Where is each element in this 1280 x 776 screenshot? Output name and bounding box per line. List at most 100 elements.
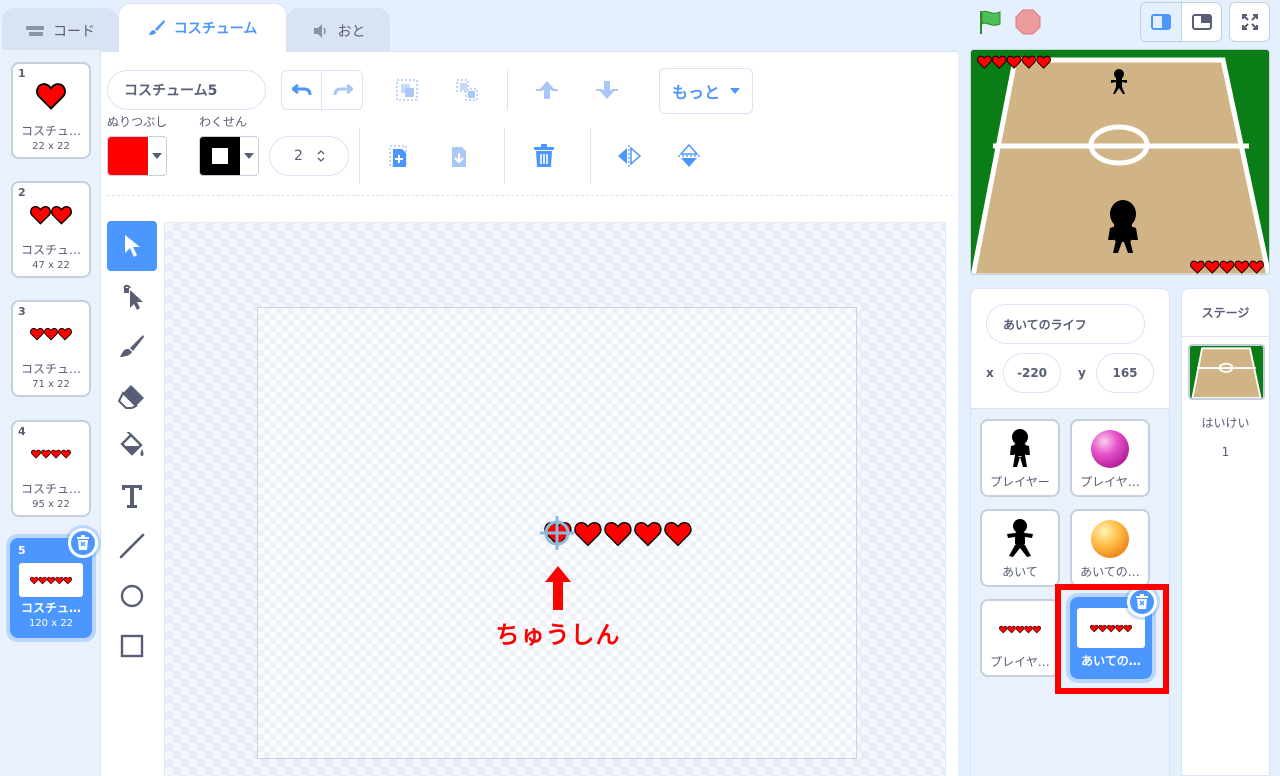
fullscreen-button[interactable] xyxy=(1229,2,1270,42)
costume-drawing[interactable] xyxy=(540,513,700,553)
ungroup-button[interactable] xyxy=(451,74,483,106)
backdrop-label: はいけい xyxy=(1201,416,1250,430)
annotation-center-label: ちゅうしん xyxy=(495,621,621,649)
small-stage-button[interactable] xyxy=(1141,3,1182,41)
tab-code-label: コード xyxy=(53,23,95,40)
brush-icon xyxy=(120,335,144,357)
caret-down-icon xyxy=(244,153,254,159)
heart-shape-4 xyxy=(634,522,662,547)
paste-button[interactable] xyxy=(443,140,475,172)
tab-costumes[interactable]: コスチューム xyxy=(118,3,287,52)
circle-tool[interactable] xyxy=(107,571,157,621)
select-tool[interactable] xyxy=(107,221,157,271)
flip-horizontal-icon xyxy=(618,145,642,167)
y-value: 165 xyxy=(1112,366,1138,380)
opponent-figure-icon xyxy=(1007,519,1033,557)
toolbar-separator xyxy=(507,70,508,110)
costume-list: 1 コスチュ… 22 x 22 2 コスチュ… 47 x 22 3 コスチュ… … xyxy=(0,50,101,776)
line-icon xyxy=(119,533,145,559)
brush-tool[interactable] xyxy=(107,321,157,371)
costume-name-field[interactable]: コスチューム5 xyxy=(107,70,266,110)
more-label: もっと xyxy=(671,83,720,102)
outline-label: わくせん xyxy=(199,115,248,129)
costume-name: コスチュ… xyxy=(20,362,81,376)
stop-button[interactable] xyxy=(1014,8,1042,36)
outline-color-picker[interactable] xyxy=(199,136,259,176)
undo-button[interactable] xyxy=(282,71,322,109)
eraser-tool[interactable] xyxy=(107,371,157,421)
stage-preview[interactable] xyxy=(970,49,1270,275)
fill-color-picker[interactable] xyxy=(107,136,167,176)
flip-vertical-button[interactable] xyxy=(673,140,705,172)
group-icon xyxy=(396,79,418,101)
outline-width-input[interactable]: 2 xyxy=(269,136,349,176)
hearts-icon xyxy=(30,328,72,341)
circle-icon xyxy=(120,584,144,608)
rotation-center-crosshair-icon xyxy=(540,516,574,550)
flip-horizontal-button[interactable] xyxy=(613,140,645,172)
y-label: y xyxy=(1078,366,1086,380)
sprite-list: プレイヤー プレイヤ… あいて あいての… プレイヤ… あいての… xyxy=(971,409,1169,776)
sprite-name: あいて xyxy=(1002,565,1038,579)
green-flag-icon xyxy=(980,10,1001,34)
forward-button[interactable] xyxy=(531,74,563,106)
fill-tool[interactable] xyxy=(107,421,157,471)
costume-size: 22 x 22 xyxy=(32,141,70,152)
undo-redo-group xyxy=(281,70,363,110)
copy-icon xyxy=(389,145,407,167)
sprite-info: あいてのライフ x -220 y 165 xyxy=(971,289,1169,409)
tab-code[interactable]: コード xyxy=(2,8,118,52)
sprite-tile[interactable]: プレイヤー xyxy=(980,419,1060,497)
hearts-icon xyxy=(1190,260,1264,274)
group-button[interactable] xyxy=(391,74,423,106)
costume-size: 95 x 22 xyxy=(32,499,70,510)
backdrop-count: 1 xyxy=(1221,445,1230,459)
fill-swatch xyxy=(108,137,148,175)
outline-width-value: 2 xyxy=(294,148,303,164)
costume-thumbnail xyxy=(19,72,83,120)
paint-bucket-icon xyxy=(120,432,144,456)
stage-pane-divider xyxy=(1182,336,1269,337)
tab-costumes-label: コスチューム xyxy=(173,21,258,37)
costume-name: コスチュ… xyxy=(20,124,81,138)
costume-number: 5 xyxy=(18,544,26,557)
line-tool[interactable] xyxy=(107,521,157,571)
redo-button[interactable] xyxy=(322,71,362,109)
costume-name: コスチュ… xyxy=(20,482,81,496)
stage-target-pane[interactable]: ステージ はいけい 1 xyxy=(1181,288,1270,776)
backward-button[interactable] xyxy=(591,74,623,106)
hearts-icon xyxy=(977,55,1051,69)
more-dropdown[interactable]: もっと xyxy=(659,68,753,114)
sprite-name-field[interactable]: あいてのライフ xyxy=(986,304,1145,344)
text-tool[interactable] xyxy=(107,471,157,521)
fullscreen-icon xyxy=(1241,14,1258,30)
costume-size: 71 x 22 xyxy=(32,379,70,390)
paint-canvas[interactable]: ちゅうしん xyxy=(257,307,857,759)
delete-costume-button[interactable] xyxy=(68,528,98,558)
reshape-tool[interactable] xyxy=(107,271,157,321)
sprite-name: プレイヤ… xyxy=(1080,475,1140,489)
costume-item-3[interactable]: 3 コスチュ… 71 x 22 xyxy=(11,300,91,397)
speaker-icon xyxy=(313,23,326,38)
rectangle-tool[interactable] xyxy=(107,621,157,671)
x-input[interactable]: -220 xyxy=(1003,353,1061,393)
costume-item-1[interactable]: 1 コスチュ… 22 x 22 xyxy=(11,62,91,159)
sprite-tile[interactable]: あいての… xyxy=(1070,509,1150,587)
sprite-tile[interactable]: プレイヤ… xyxy=(980,599,1060,677)
sprite-name: プレイヤ… xyxy=(990,655,1050,669)
paint-canvas-area[interactable]: ちゅうしん xyxy=(164,222,946,776)
delete-button[interactable] xyxy=(528,140,560,172)
tab-sounds[interactable]: おと xyxy=(287,8,390,52)
sprite-tile[interactable]: あいて xyxy=(980,509,1060,587)
copy-button[interactable] xyxy=(383,140,415,172)
eraser-icon xyxy=(118,385,144,409)
large-stage-button[interactable] xyxy=(1182,3,1221,41)
green-flag-button[interactable] xyxy=(976,8,1004,36)
sprite-tile[interactable]: プレイヤ… xyxy=(1070,419,1150,497)
backdrop-thumbnail[interactable] xyxy=(1188,344,1265,400)
costume-name: コスチュ… xyxy=(20,601,81,615)
y-input[interactable]: 165 xyxy=(1096,353,1154,393)
paste-icon xyxy=(452,147,466,167)
costume-item-4[interactable]: 4 コスチュ… 95 x 22 xyxy=(11,420,91,517)
costume-item-2[interactable]: 2 コスチュ… 47 x 22 xyxy=(11,181,91,278)
